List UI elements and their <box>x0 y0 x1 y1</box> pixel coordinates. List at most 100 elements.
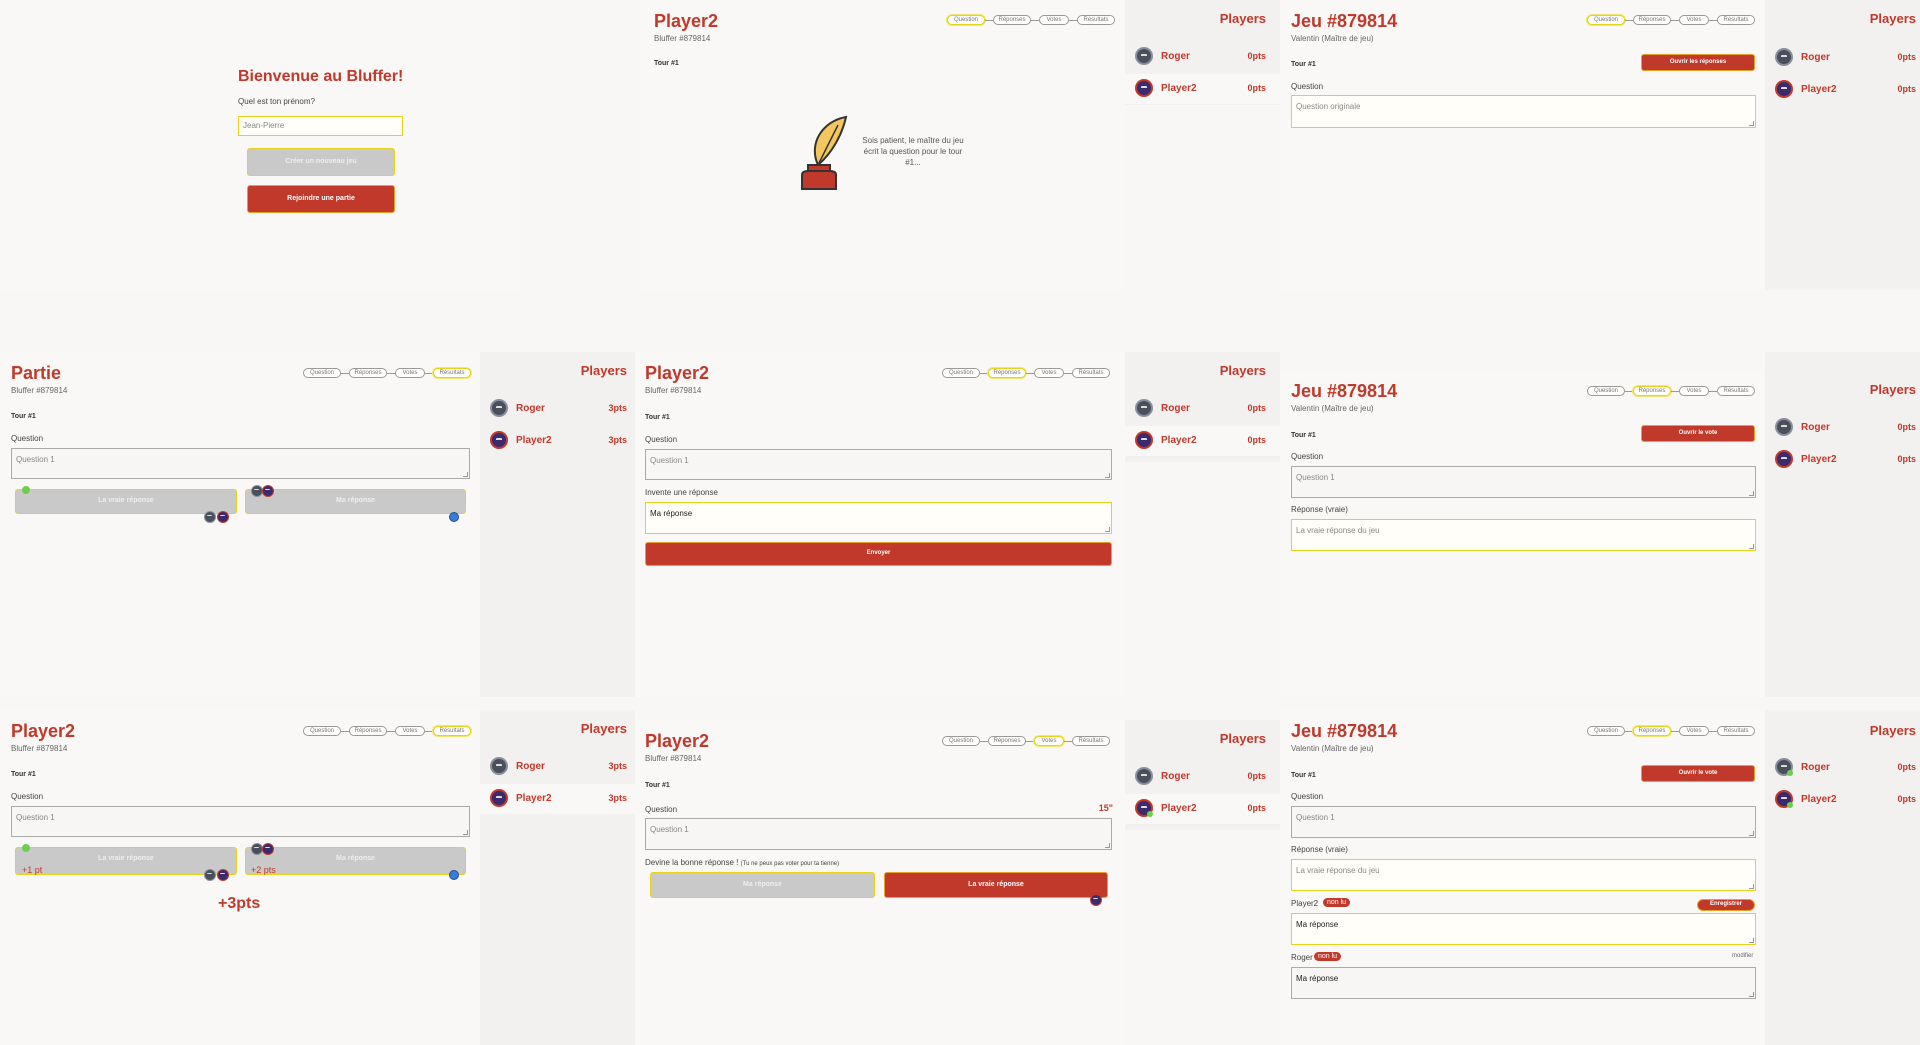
player-points: 3pts <box>608 435 627 445</box>
round-label: Tour #1 <box>645 414 670 421</box>
save-button[interactable]: Enregistrer <box>1697 899 1755 911</box>
true-answer-textarea[interactable]: La vraie réponse du jeu <box>1291 519 1756 551</box>
step-question: Question <box>1587 386 1625 396</box>
step-votes: Votes <box>395 726 425 736</box>
true-answer-placeholder: La vraie réponse du jeu <box>1296 526 1380 535</box>
name-input[interactable]: Jean-Pierre <box>238 116 403 136</box>
step-reponses: Réponses <box>1633 15 1671 25</box>
question-label: Question <box>1291 452 1324 461</box>
unread-badge: non lu <box>1323 898 1351 907</box>
master-vote-screen: Jeu #879814 Valentin (Maître de jeu) Que… <box>1280 710 1765 1045</box>
round-label: Tour #1 <box>11 771 36 778</box>
step-votes: Votes <box>1679 386 1709 396</box>
step-tracker: Question Réponses Votes Résultats <box>1587 726 1755 736</box>
open-vote-button[interactable]: Ouvrir le vote <box>1641 425 1755 442</box>
player-points: 0pts <box>1247 803 1266 813</box>
player-row: Player2 0pts <box>1125 74 1280 104</box>
open-vote-button[interactable]: Ouvrir le vote <box>1641 765 1755 782</box>
step-question: Question <box>1587 15 1625 25</box>
player2-answer-textarea[interactable]: Ma réponse <box>1291 913 1756 945</box>
step-votes: Votes <box>395 368 425 378</box>
player-points: 0pts <box>1897 52 1916 62</box>
player-name: Player2 <box>516 793 552 804</box>
question-value: Question 1 <box>650 456 689 465</box>
players-title: Players <box>1869 382 1916 397</box>
join-game-button[interactable]: Rejoindre une partie <box>247 185 395 213</box>
unread-badge: non lu <box>1314 952 1342 961</box>
roger-answer-textarea[interactable]: Ma réponse <box>1291 967 1756 999</box>
player-name: Player2 <box>1161 435 1197 446</box>
create-game-button[interactable]: Créer un nouveau jeu <box>247 148 395 176</box>
answer-card-text: Ma réponse <box>336 855 375 862</box>
partie-screen: Partie Bluffer #879814 Question Réponses… <box>0 352 480 697</box>
player-name: Roger <box>516 761 545 772</box>
step-tracker: Question Réponses Votes Résultats <box>1587 15 1755 25</box>
send-button[interactable]: Envoyer <box>645 542 1112 566</box>
monster-avatar-icon <box>1135 79 1153 97</box>
player-row: Roger 0pts <box>1125 394 1280 424</box>
guess-label-text: Devine la bonne réponse ! <box>645 858 739 867</box>
player-points: 0pts <box>1897 422 1916 432</box>
player-name: Player2 <box>1161 83 1197 94</box>
open-answers-button[interactable]: Ouvrir les réponses <box>1641 54 1755 71</box>
player-points: 0pts <box>1247 435 1266 445</box>
player-row: Player2 0pts <box>1125 794 1280 824</box>
welcome-screen: Bienvenue au Bluffer! Quel est ton préno… <box>0 0 520 290</box>
monster-avatar-icon <box>262 843 274 855</box>
true-answer-label: Réponse (vraie) <box>1291 505 1348 514</box>
question-placeholder: Question originale <box>1296 102 1361 111</box>
game-master: Valentin (Maître de jeu) <box>1291 404 1374 413</box>
vote-option-mine[interactable]: Ma réponse <box>650 872 875 898</box>
welcome-title: Bienvenue au Bluffer! <box>238 68 404 85</box>
players-title: Players <box>580 721 627 736</box>
roger-answer-label: Roger <box>1291 953 1313 962</box>
vote-dot-icon <box>449 870 459 880</box>
question-textarea: Question 1 <box>645 449 1112 480</box>
player-points: 3pts <box>608 793 627 803</box>
step-question: Question <box>1587 726 1625 736</box>
game-id: Bluffer #879814 <box>11 744 68 753</box>
master-answer-screen: Jeu #879814 Valentin (Maître de jeu) Que… <box>1280 370 1765 697</box>
step-question: Question <box>942 368 980 378</box>
player-name: Player2 <box>1801 454 1837 465</box>
question-textarea[interactable]: Question 1 <box>1291 466 1756 498</box>
page-title: Player2 <box>645 731 710 751</box>
modify-link[interactable]: modifier <box>1732 953 1753 959</box>
robot-avatar-icon <box>490 757 508 775</box>
step-reponses: Réponses <box>349 726 387 736</box>
players-title: Players <box>1869 723 1916 738</box>
page-title: Jeu #879814 <box>1291 721 1398 741</box>
true-answer-textarea[interactable]: La vraie réponse du jeu <box>1291 859 1756 891</box>
players-sidebar: Players Roger 0pts Player2 0pts <box>1765 0 1920 290</box>
players-title: Players <box>1219 11 1266 26</box>
step-reponses: Réponses <box>988 368 1026 378</box>
step-tracker: Question Réponses Votes Résultats <box>942 368 1110 378</box>
question-textarea[interactable]: Question 1 <box>1291 806 1756 838</box>
players-sidebar: Players Roger 0pts Player2 0pts <box>1125 720 1280 830</box>
player-points: 0pts <box>1897 794 1916 804</box>
total-points: +3pts <box>218 895 261 912</box>
page-title: Player2 <box>654 11 719 31</box>
page-title: Jeu #879814 <box>1291 381 1398 401</box>
player-name: Player2 <box>516 435 552 446</box>
round-label: Tour #1 <box>654 60 679 67</box>
player-points: 3pts <box>608 403 627 413</box>
player-row: Player2 0pts <box>1765 785 1920 815</box>
step-resultats: Résultats <box>1717 386 1755 396</box>
player-row: Roger 0pts <box>1765 753 1920 783</box>
players-sidebar: Players Roger 3pts Player2 3pts <box>480 352 635 697</box>
player-points: 0pts <box>1247 771 1266 781</box>
step-tracker: Question Réponses Votes Résultats <box>1587 386 1755 396</box>
page-title: Partie <box>11 363 62 383</box>
step-resultats: Résultats <box>1072 736 1110 746</box>
answer-value: Ma réponse <box>650 509 693 518</box>
round-label: Tour #1 <box>1291 432 1316 439</box>
question-textarea[interactable]: Question originale <box>1291 95 1756 128</box>
vote-option-true[interactable]: La vraie réponse <box>884 872 1108 898</box>
answer-textarea[interactable]: Ma réponse <box>645 502 1112 534</box>
question-textarea: Question 1 <box>11 448 470 479</box>
monster-avatar-icon <box>490 789 508 807</box>
player-name: Roger <box>1161 51 1190 62</box>
answer-card-true: La vraie réponse <box>15 489 237 514</box>
player-row: Roger 0pts <box>1125 42 1280 72</box>
